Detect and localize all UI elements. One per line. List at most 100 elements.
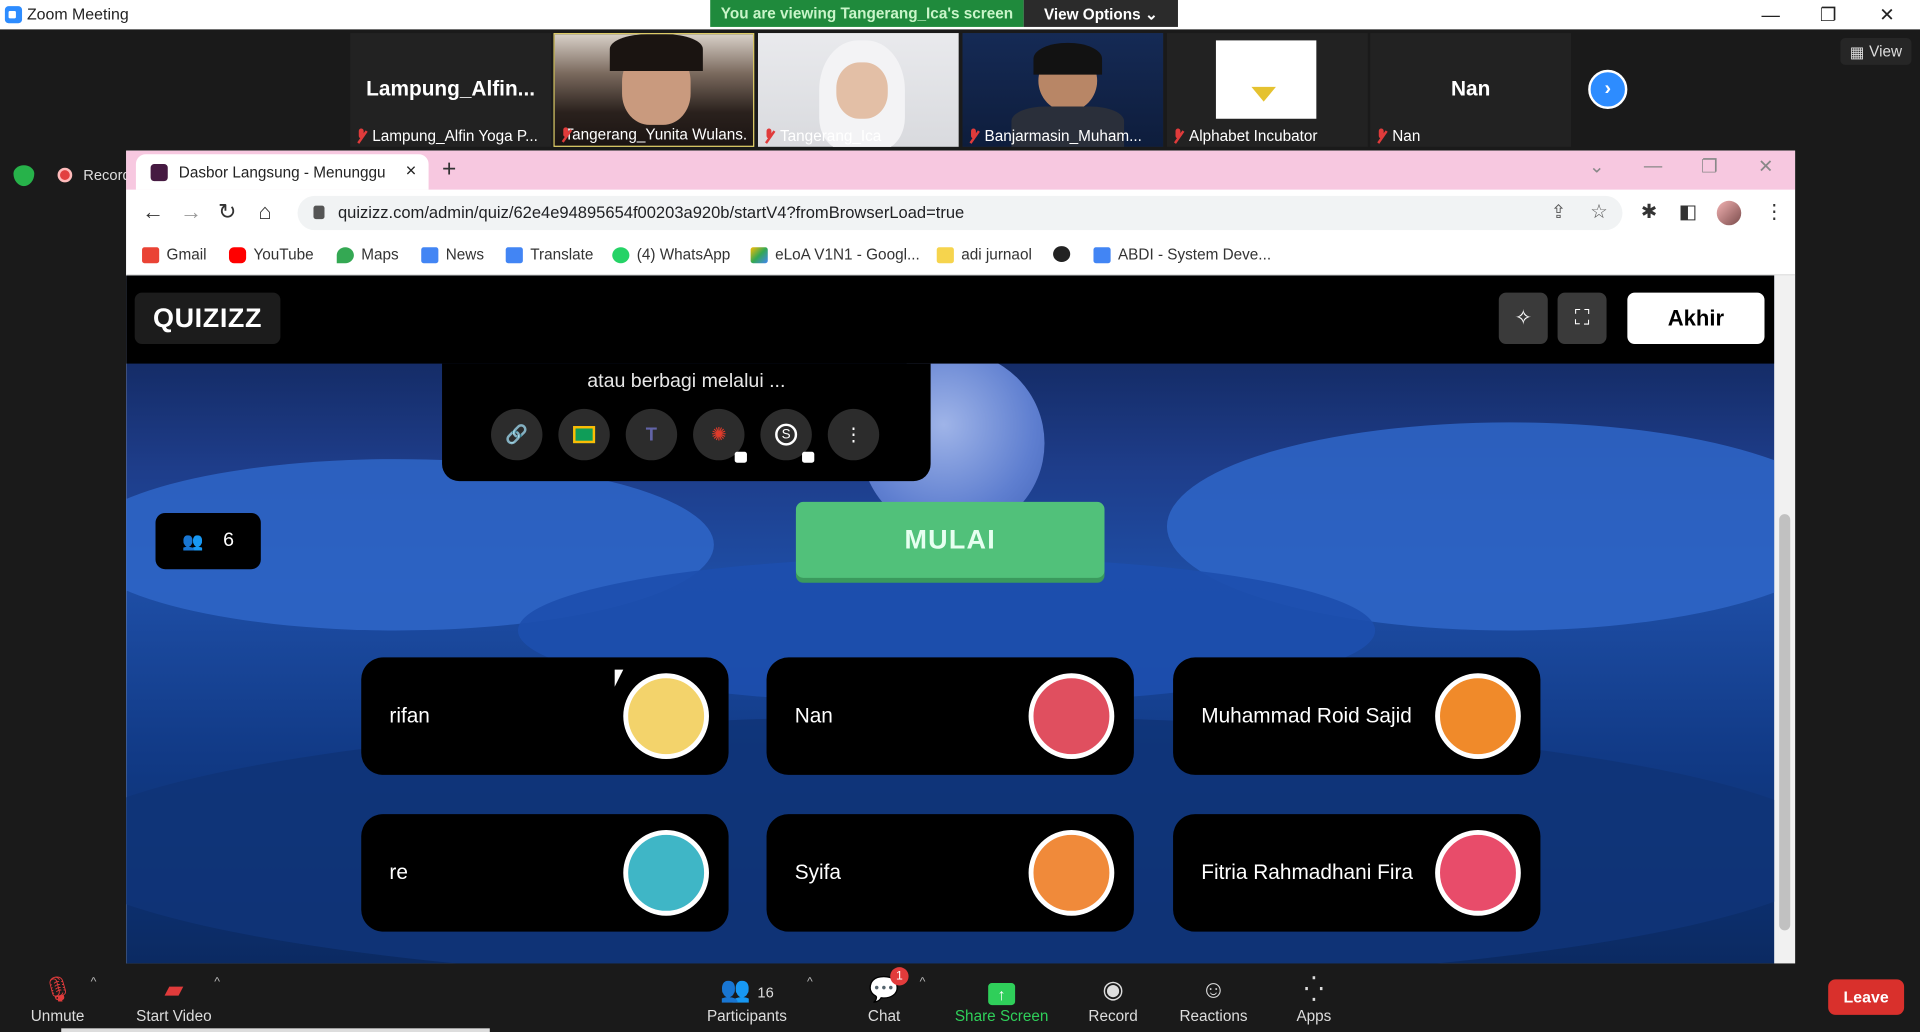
fullscreen-button[interactable]: ⛶	[1557, 292, 1607, 345]
scrollbar-thumb[interactable]	[1779, 514, 1791, 931]
tab-title: Dasbor Langsung - Menunggu	[178, 164, 386, 182]
side-panel-icon[interactable]: ◧	[1679, 200, 1698, 224]
window-title: Zoom Meeting	[26, 4, 129, 24]
record-icon: ◉	[1102, 976, 1124, 1004]
share-icon[interactable]: ⇪	[1551, 201, 1566, 223]
browser-restore-button[interactable]: ❐	[1681, 155, 1737, 178]
copy-link-button[interactable]: 🔗	[491, 408, 543, 461]
bookmark-youtube[interactable]: YouTube	[228, 246, 314, 263]
video-off-icon: ▰	[164, 976, 184, 1004]
participant-tile[interactable]: Nan Nan	[1370, 33, 1572, 147]
bookmark-whatsapp[interactable]: (4) WhatsApp	[612, 246, 730, 263]
player-name: Syifa	[794, 860, 841, 884]
reload-icon[interactable]: ↻	[218, 200, 236, 226]
bookmark-translate[interactable]: Translate	[505, 246, 593, 263]
participant-name: Tangerang_Ica	[780, 127, 882, 145]
browser-toolbar: ← → ↻ ⌂ quizizz.com/admin/quiz/62e4e9489…	[126, 189, 1796, 237]
bookmark-news[interactable]: News	[421, 246, 484, 263]
bookmark-gmail[interactable]: Gmail	[142, 246, 207, 263]
participants-count: 16	[757, 984, 774, 1002]
google-classroom-icon	[573, 426, 596, 444]
recording-dot-icon	[57, 167, 73, 183]
address-bar[interactable]: quizizz.com/admin/quiz/62e4e94895654f002…	[297, 195, 1623, 231]
participant-tile[interactable]: Tangerang_Yunita Wulans...	[553, 33, 755, 147]
bottom-progress-line	[61, 1028, 490, 1032]
bookmark-adi-jurnaol[interactable]: adi jurnaol	[936, 246, 1032, 263]
browser-tab[interactable]: Dasbor Langsung - Menunggu ×	[135, 154, 429, 190]
minimize-button[interactable]: —	[1742, 0, 1798, 29]
teams-icon: T	[645, 424, 658, 445]
share-screen-button[interactable]: ↑ Share Screen	[953, 963, 1051, 1032]
browser-close-button[interactable]: ✕	[1738, 155, 1794, 178]
participant-name: Banjarmasin_Muham...	[984, 127, 1142, 145]
tab-search-icon[interactable]: ⌄	[1569, 155, 1625, 178]
player-avatar	[1435, 673, 1521, 760]
reactions-button[interactable]: ☺ Reactions	[1176, 963, 1252, 1032]
next-page-button[interactable]: ›	[1588, 69, 1628, 109]
back-icon[interactable]: ←	[142, 200, 164, 226]
muted-microphone-icon: 🎙	[41, 976, 74, 1004]
muted-mic-icon	[967, 127, 979, 144]
view-button[interactable]: ▦ View	[1840, 37, 1912, 65]
new-tab-button[interactable]: +	[442, 155, 456, 183]
share-panel: atau berbagi melalui ... 🔗 T ✺ S ⋮	[442, 363, 931, 482]
lock-icon	[313, 205, 325, 220]
page-scrollbar[interactable]	[1774, 275, 1796, 964]
close-button[interactable]: ✕	[1859, 0, 1915, 29]
profile-avatar[interactable]	[1716, 200, 1742, 226]
google-classroom-button[interactable]	[558, 408, 610, 461]
bookmark-eloa[interactable]: eLoA V1N1 - Googl...	[750, 246, 920, 263]
muted-mic-icon	[355, 127, 367, 144]
encryption-shield-icon[interactable]	[13, 165, 35, 187]
quizizz-favicon	[150, 164, 168, 182]
participants-caret[interactable]: ^	[807, 976, 813, 989]
bookmark-maps[interactable]: Maps	[336, 246, 399, 263]
quizizz-lobby-page: QUIZIZZ ✧ ⛶ Akhir atau berbagi melalui .…	[126, 275, 1775, 964]
forward-icon[interactable]: →	[180, 200, 202, 226]
browser-minimize-button[interactable]: —	[1625, 155, 1681, 176]
player-card: re	[361, 814, 729, 932]
bookmark-globe[interactable]	[1053, 246, 1071, 262]
start-button[interactable]: MULAI	[795, 501, 1105, 578]
apps-icon: ⁛	[1304, 976, 1324, 1004]
participant-tile[interactable]: Lampung_Alfin... Lampung_Alfin Yoga P...	[350, 33, 552, 147]
schoology-button[interactable]: S	[760, 408, 815, 463]
bookmark-abdi[interactable]: ABDI - System Deve...	[1093, 246, 1271, 263]
apps-button[interactable]: ⁛ Apps	[1291, 963, 1338, 1032]
view-options-button[interactable]: View Options ⌄	[1023, 0, 1178, 27]
muted-mic-icon	[1172, 127, 1184, 144]
start-video-button[interactable]: ▰ Start Video	[130, 963, 218, 1032]
effects-button[interactable]: ✧	[1498, 292, 1548, 345]
record-button[interactable]: ◉ Record	[1082, 963, 1143, 1032]
more-share-button[interactable]: ⋮	[827, 408, 880, 461]
video-options-caret[interactable]: ^	[214, 976, 220, 989]
zoom-app-icon	[4, 6, 23, 24]
player-card: Nan	[766, 657, 1134, 775]
end-game-button[interactable]: Akhir	[1627, 292, 1765, 345]
quizizz-logo[interactable]: QUIZIZZ	[134, 292, 281, 345]
leave-button[interactable]: Leave	[1828, 979, 1905, 1015]
menu-dots-icon[interactable]: ⋮	[1765, 200, 1785, 224]
home-icon[interactable]: ⌂	[258, 200, 271, 226]
chat-label: Chat	[867, 1007, 901, 1025]
participant-tile[interactable]: Alphabet Incubator	[1166, 33, 1368, 147]
recording-label: Record	[83, 166, 131, 184]
bookmark-star-icon[interactable]: ☆	[1590, 200, 1608, 224]
player-count: 6	[223, 530, 235, 551]
shared-browser-window: Dasbor Langsung - Menunggu × + ⌄ — ❐ ✕ ←…	[126, 150, 1796, 964]
participants-button[interactable]: 👥 16 Participants	[700, 963, 793, 1032]
teams-button[interactable]: T	[625, 408, 678, 461]
extensions-icon[interactable]: ✱	[1641, 200, 1657, 224]
restore-button[interactable]: ❐	[1800, 0, 1856, 29]
chat-caret[interactable]: ^	[920, 976, 926, 989]
participant-tile[interactable]: Banjarmasin_Muham...	[962, 33, 1164, 147]
tab-close-icon[interactable]: ×	[406, 160, 417, 181]
unmute-button[interactable]: 🎙 Unmute	[22, 963, 93, 1032]
chevron-right-icon: ›	[1604, 78, 1612, 100]
remind-button[interactable]: ✺	[693, 408, 747, 463]
reactions-label: Reactions	[1179, 1007, 1248, 1025]
audio-options-caret[interactable]: ^	[91, 976, 97, 989]
player-name: rifan	[389, 703, 430, 728]
participant-tile[interactable]: Tangerang_Ica	[757, 33, 959, 147]
remind-icon: ✺	[711, 424, 727, 446]
